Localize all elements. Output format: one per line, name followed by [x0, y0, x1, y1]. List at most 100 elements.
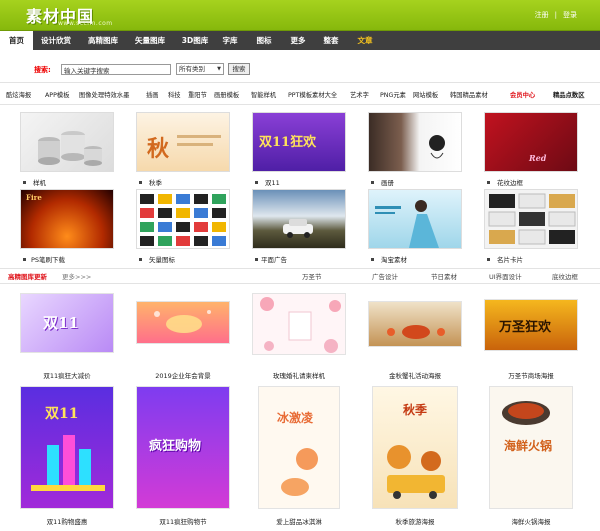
thumb-brushes[interactable]: Fire [20, 189, 114, 249]
category-link[interactable]: APP模板 [45, 90, 70, 99]
divider [0, 82, 600, 83]
nav-hd-images[interactable]: 高精图库 [83, 31, 123, 50]
card-label[interactable]: 双11疯狂购物节 [136, 516, 230, 526]
section-tab[interactable]: 广告设计 [372, 271, 398, 281]
section-tab[interactable]: 万圣节 [302, 271, 322, 281]
category-link[interactable]: 网站模板 [413, 90, 438, 99]
thumb-business-cards[interactable] [484, 189, 578, 249]
lotus-image [429, 135, 445, 159]
thumb-taobao[interactable] [368, 189, 462, 249]
thumb-print-ad[interactable] [252, 189, 346, 249]
nav-home[interactable]: 首页 [0, 31, 33, 50]
card-label[interactable]: 双11购物盛惠 [20, 516, 114, 526]
card-label[interactable]: 海鲜火锅海报 [484, 516, 578, 526]
card-label[interactable]: 爱上甜品冰淇淋 [252, 516, 346, 526]
icon-grid-image [140, 194, 226, 246]
divider [0, 283, 600, 284]
search-button[interactable]: 搜索 [228, 63, 250, 75]
autumn-art: 秋 [147, 136, 170, 162]
thumb-autumn[interactable]: 秋 [136, 112, 230, 172]
nav-3d[interactable]: 3D图库 [177, 31, 213, 50]
main-nav: 首页 设计欣赏 高精图库 矢量图库 3D图库 字库 图标 更多 整套 文章 [0, 31, 600, 50]
top-header: 素材中国 www.sccnn.com 注册 | 登录 [0, 0, 600, 31]
card-image[interactable]: 疯狂购物 [136, 386, 230, 509]
thumb-border[interactable]: Red [484, 112, 578, 172]
member-center-link[interactable]: 会员中心 [510, 90, 535, 99]
double11-art: 双11 [43, 314, 79, 332]
thumb-label[interactable]: 花纹边框 [497, 177, 523, 187]
thumb-label[interactable]: 画册 [381, 177, 394, 187]
section-tab[interactable]: 节日素材 [431, 271, 457, 281]
chevron-down-icon: ▼ [217, 66, 221, 72]
card-image[interactable]: 双11 [20, 386, 114, 509]
halloween-art: 万圣狂欢 [499, 320, 552, 335]
thumb-label[interactable]: 秋季 [149, 177, 162, 187]
category-link[interactable]: 智能样机 [251, 90, 276, 99]
card-label[interactable]: 2019企业年会背景 [136, 370, 230, 380]
card-image[interactable]: 万圣狂欢 [484, 299, 578, 351]
thumb-mockup[interactable] [20, 112, 114, 172]
search-input[interactable] [61, 64, 171, 75]
thumb-label[interactable]: 淘宝素材 [381, 254, 407, 264]
bullet-icon [139, 181, 142, 184]
bullet-icon [23, 181, 26, 184]
card-label[interactable]: 双11疯狂大减价 [20, 370, 114, 380]
thumb-label[interactable]: 双11 [265, 177, 280, 187]
card-image[interactable]: 海鲜火锅 [489, 386, 573, 509]
category-link[interactable]: 艺术字 [350, 90, 369, 99]
bullet-icon [139, 258, 142, 261]
thumb-vector-icons[interactable] [136, 189, 230, 249]
category-link[interactable]: PPT模板素材大全 [288, 90, 337, 99]
category-link[interactable]: 韩国精品素材 [450, 90, 488, 99]
category-link[interactable]: 酷炫海报 [6, 90, 31, 99]
thumb-label[interactable]: 平面广告 [261, 254, 287, 264]
thumb-brochure[interactable] [368, 112, 462, 172]
decor-line [177, 143, 213, 146]
card-label[interactable]: 秋季旅游海报 [368, 516, 462, 526]
autumn-trip-image [387, 445, 445, 499]
login-link[interactable]: 登录 [563, 11, 577, 19]
more-link[interactable]: 更多>>> [62, 271, 91, 281]
nav-icons[interactable]: 图标 [250, 31, 278, 50]
category-link[interactable]: PNG元素 [380, 90, 406, 99]
card-image[interactable]: 冰激凌 [258, 386, 340, 509]
nav-fonts[interactable]: 字库 [216, 31, 244, 50]
category-select-value: 所有类别 [179, 65, 205, 73]
thumb-label[interactable]: 样机 [33, 177, 46, 187]
category-link[interactable]: 画册模板 [214, 90, 239, 99]
nav-sets[interactable]: 整套 [317, 31, 345, 50]
section-tab[interactable]: UI界面设计 [489, 271, 522, 281]
fire-art: Fire [26, 193, 42, 202]
register-link[interactable]: 注册 [535, 11, 549, 19]
bullet-icon [255, 258, 258, 261]
card-image[interactable]: 秋季 [372, 386, 458, 509]
card-label[interactable]: 金秋蟹礼活动海报 [368, 370, 462, 380]
nav-more[interactable]: 更多 [284, 31, 312, 50]
nav-articles[interactable]: 文章 [351, 31, 379, 50]
category-link[interactable]: 插画 [146, 90, 159, 99]
category-link[interactable]: 重阳节 [188, 90, 207, 99]
category-link[interactable]: 图像处理特效水墨 [79, 90, 129, 99]
nav-design[interactable]: 设计欣赏 [36, 31, 76, 50]
thumb-label[interactable]: 名片卡片 [497, 254, 523, 264]
crab-image [387, 325, 445, 339]
card-image[interactable] [368, 301, 462, 347]
card-label[interactable]: 玫瑰婚礼请柬样机 [252, 370, 346, 380]
card-image[interactable]: 双11 [20, 293, 114, 353]
category-select[interactable]: 所有类别 ▼ [176, 63, 224, 75]
premium-zone-link[interactable]: 精品点数区 [553, 90, 584, 99]
nav-vector[interactable]: 矢量图库 [130, 31, 170, 50]
card-label[interactable]: 万圣节商场海报 [484, 370, 578, 380]
category-strip: 酷炫海报 APP模板 图像处理特效水墨 插画 科技 重阳节 画册模板 智能样机 … [0, 88, 600, 102]
thumb-double11[interactable]: 双11狂欢 [252, 112, 346, 172]
search-bar: 搜索: 所有类别 ▼ 搜索 [0, 62, 600, 78]
hotpot-image [502, 401, 550, 425]
thumb-label[interactable]: PS笔刷下载 [31, 254, 65, 264]
card-image[interactable] [252, 293, 346, 355]
thumb-label[interactable]: 矢量图标 [149, 254, 175, 264]
section-tab[interactable]: 底纹边框 [552, 271, 578, 281]
card-image[interactable] [136, 301, 230, 344]
mug-mockup-image [38, 131, 102, 166]
category-link[interactable]: 科技 [168, 90, 181, 99]
dessert-image [281, 448, 318, 496]
